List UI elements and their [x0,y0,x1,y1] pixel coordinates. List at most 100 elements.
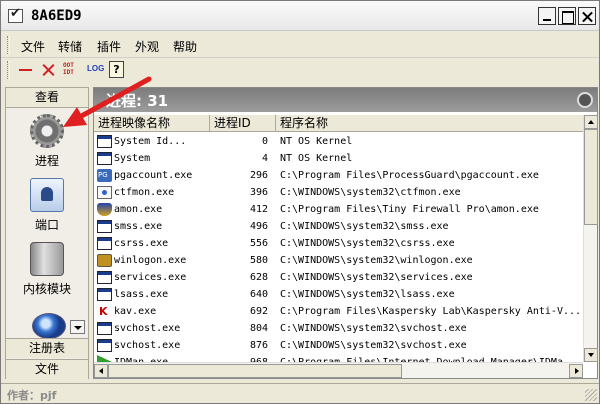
process-name-cell: amon.exe [114,204,163,215]
process-id-cell: 804 [249,323,268,334]
otd-icon-top: OOT [63,62,74,69]
table-row[interactable]: svchost.exe 804 C:\WINDOWS\system32\svchos… [94,320,583,337]
process-name-cell: System [114,153,151,164]
scroll-up-icon[interactable] [584,115,598,129]
menubar-grip[interactable] [7,36,10,54]
sidebar-item-kernel-modules[interactable]: 内核模块 [6,242,88,297]
process-name-cell: smss.exe [114,221,163,232]
process-list[interactable]: System Id... 0 NT OS Kernel System 4 NT OS Ke… [94,133,583,362]
process-name-cell: lsass.exe [114,289,169,300]
table-row[interactable]: smss.exe 496 C:\WINDOWS\system32\smss.exe [94,218,583,235]
menu-dump[interactable]: 转储 [58,38,82,55]
program-path-cell: NT OS Kernel [280,153,353,164]
resize-grip[interactable] [585,389,597,401]
menu-plugins[interactable]: 插件 [97,38,121,55]
process-panel: 进程: 31 进程映像名称 进程ID 程序名称 System Id... 0 NT … [93,87,598,379]
sidebar-header[interactable]: 查看 [6,88,88,108]
vertical-scrollbar[interactable] [583,115,598,362]
process-id-cell: 296 [249,170,268,181]
process-kav-icon [97,305,112,318]
scroll-left-icon[interactable] [94,364,108,378]
table-row[interactable]: svchost.exe 876 C:\WINDOWS\system32\svchos… [94,337,583,354]
scroll-right-icon[interactable] [569,364,583,378]
title-bar[interactable]: ✔ 8A6ED9 [1,1,599,31]
table-row[interactable]: pgaccount.exe 296 C:\Program Files\Process… [94,167,583,184]
program-path-cell: C:\WINDOWS\system32\ctfmon.exe [280,187,461,198]
process-id-cell: 640 [249,289,268,300]
table-row[interactable]: ctfmon.exe 396 C:\WINDOWS\system32\ctfmon.… [94,184,583,201]
table-row[interactable]: IDMan.exe968 C:\Program Files\Internet Do… [94,354,583,362]
program-path-cell: C:\WINDOWS\system32\services.exe [280,272,473,283]
process-id-cell: 4 [261,153,268,164]
process-id-cell: 876 [249,340,268,351]
process-id-cell: 412 [249,204,268,215]
maximize-button[interactable] [558,7,576,25]
toolbar: OOT IDT LOG ? [1,59,599,81]
panel-header: 进程: 31 [94,88,597,112]
minus-icon[interactable] [17,61,35,79]
menu-help[interactable]: 帮助 [173,38,197,55]
scroll-thumb[interactable] [584,129,598,225]
sidebar-item-label: 进程 [34,154,59,168]
process-app-icon [97,271,112,284]
sidebar-item-process[interactable]: 进程 [6,114,88,169]
process-pg-icon [97,169,112,182]
chevron-down-icon[interactable] [70,320,85,334]
scroll-down-icon[interactable] [584,348,598,362]
tab-registry[interactable]: 注册表 [6,338,88,358]
sidebar: 查看 进程 端口 内核模块 注册表 文件 [5,87,89,379]
log-button[interactable]: LOG [87,64,105,82]
minimize-button[interactable] [538,7,556,25]
program-path-cell: C:\WINDOWS\system32\smss.exe [280,221,449,232]
app-icon: ✔ [8,7,23,23]
table-row[interactable]: csrss.exe 556 C:\WINDOWS\system32\csrss.ex… [94,235,583,252]
process-app-icon [97,135,112,148]
process-id-cell: 692 [249,306,268,317]
process-name-cell: ctfmon.exe [114,187,175,198]
process-id-cell: 580 [249,255,268,266]
table-row[interactable]: services.exe 628 C:\WINDOWS\system32\servi… [94,269,583,286]
table-row[interactable]: amon.exe 412 C:\Program Files\Tiny Firewal… [94,201,583,218]
app-window: ✔ 8A6ED9 文件 转储 插件 外观 帮助 OOT IDT LOG ? 查看 … [0,0,600,404]
process-ctf-icon [97,186,112,199]
tab-files[interactable]: 文件 [6,359,88,379]
otd-icon[interactable]: OOT IDT [63,62,81,80]
column-pid[interactable]: 进程ID [210,115,276,132]
process-name-cell: svchost.exe [114,340,181,351]
process-shield-icon [97,203,112,216]
menu-file[interactable]: 文件 [21,38,45,55]
close-button[interactable] [578,7,596,25]
process-lock-icon [97,254,112,267]
toolbar-grip[interactable] [7,61,10,79]
program-path-cell: C:\WINDOWS\system32\svchost.exe [280,323,467,334]
program-path-cell: C:\Program Files\Internet Download Manag… [280,354,580,362]
hscroll-thumb[interactable] [108,364,402,378]
table-row[interactable]: winlogon.exe 580 C:\WINDOWS\system32\winlo… [94,252,583,269]
process-app-icon [97,322,112,335]
process-count: 进程: 31 [106,92,169,110]
process-id-cell: 396 [249,187,268,198]
menu-appearance[interactable]: 外观 [135,38,159,55]
column-program-name[interactable]: 程序名称 [276,115,583,132]
column-image-name[interactable]: 进程映像名称 [94,115,210,132]
process-name-cell: csrss.exe [114,238,169,249]
table-row[interactable]: System Id... 0 NT OS Kernel [94,133,583,150]
refresh-icon[interactable] [577,92,593,108]
author-label: 作者：pjf [7,389,57,402]
table-row[interactable]: lsass.exe 640 C:\WINDOWS\system32\lsass.ex… [94,286,583,303]
program-path-cell: C:\Program Files\ProcessGuard\pgaccount.… [280,170,539,181]
process-app-icon [97,288,112,301]
horizontal-scrollbar[interactable] [94,362,583,378]
process-id-cell: 0 [261,136,268,147]
globe-icon[interactable] [32,313,66,339]
table-row[interactable]: System 4 NT OS Kernel [94,150,583,167]
process-name-cell: services.exe [114,272,187,283]
table-row[interactable]: kav.exe 692 C:\Program Files\Kaspersky Lab… [94,303,583,320]
terminate-icon[interactable] [40,61,58,79]
process-app-icon [97,237,112,250]
process-id-cell: 968 [210,354,268,362]
sidebar-item-port[interactable]: 端口 [6,178,88,233]
process-name-cell: svchost.exe [114,323,181,334]
process-name-cell: System Id... [114,136,187,147]
help-icon[interactable]: ? [109,61,124,78]
